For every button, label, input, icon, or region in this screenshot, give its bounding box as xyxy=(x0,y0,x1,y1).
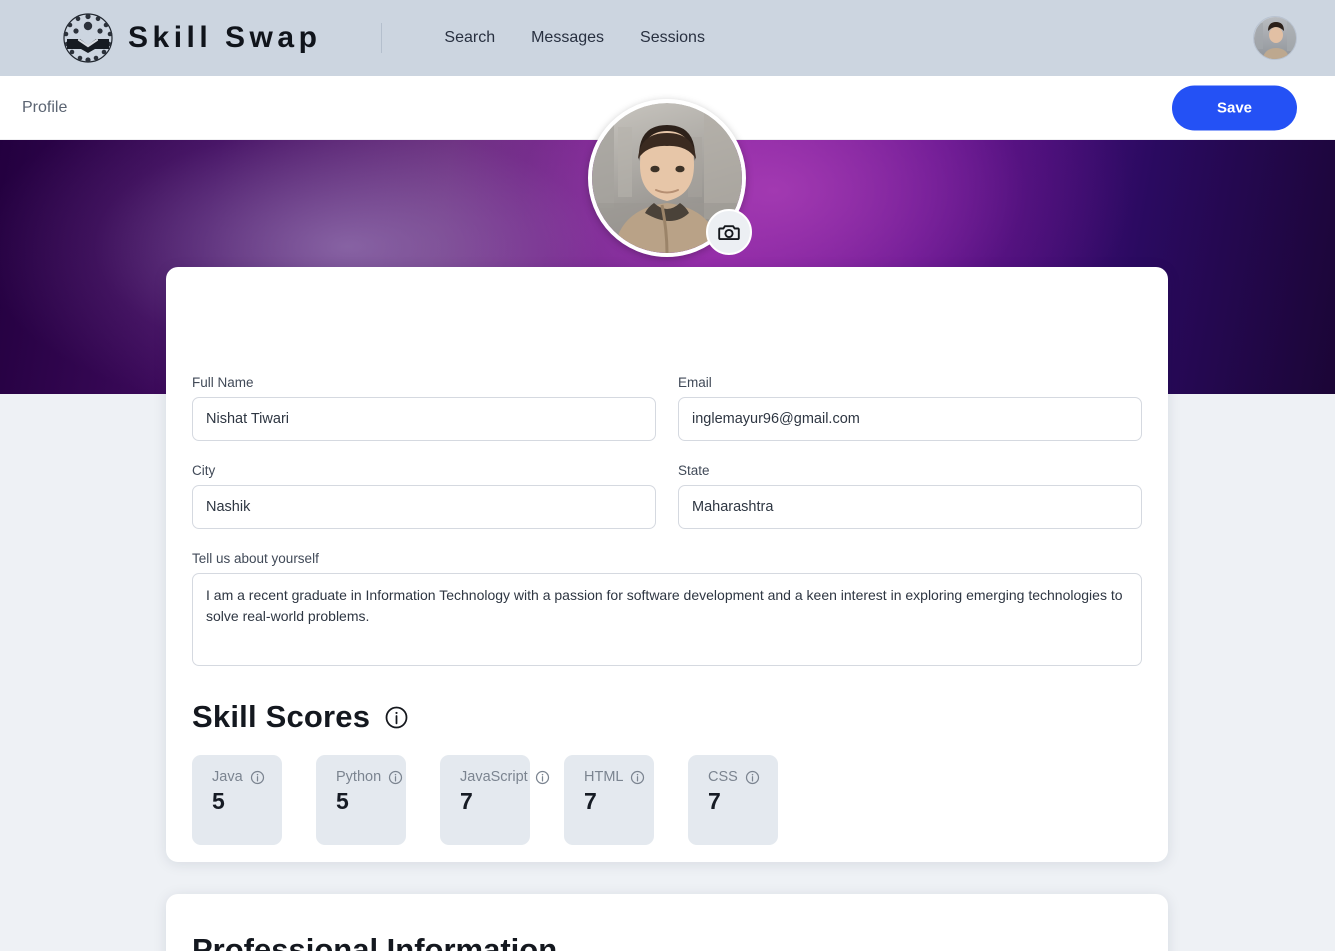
label-full-name: Full Name xyxy=(192,375,656,390)
skill-card-java[interactable]: Java 5 xyxy=(192,755,282,845)
profile-card: Full Name Email City State xyxy=(166,267,1168,862)
field-email: Email xyxy=(678,375,1142,441)
skill-info-icon[interactable] xyxy=(250,770,265,785)
field-full-name: Full Name xyxy=(192,375,656,441)
label-city: City xyxy=(192,463,656,478)
page-title: Profile xyxy=(22,99,67,117)
profile-avatar-group xyxy=(588,99,746,257)
skill-info-icon[interactable] xyxy=(388,770,403,785)
label-email: Email xyxy=(678,375,1142,390)
skill-score: 5 xyxy=(212,790,282,813)
skill-cards-list: Java 5 Python xyxy=(192,755,1142,845)
skill-score: 7 xyxy=(584,790,654,813)
skill-scores-header: Skill Scores xyxy=(192,699,1142,735)
label-state: State xyxy=(678,463,1142,478)
skill-info-icon[interactable] xyxy=(630,770,645,785)
nav-avatar[interactable] xyxy=(1253,16,1297,60)
skill-card-python[interactable]: Python 5 xyxy=(316,755,406,845)
skill-name-row: JavaScript xyxy=(460,769,530,785)
skill-name-row: Java xyxy=(212,769,282,785)
skill-card-html[interactable]: HTML 7 xyxy=(564,755,654,845)
nav-divider xyxy=(381,23,382,53)
state-input[interactable] xyxy=(678,485,1142,529)
skill-score: 7 xyxy=(708,790,778,813)
form-row-name-email: Full Name Email xyxy=(192,375,1142,441)
skill-scores-title: Skill Scores xyxy=(192,699,370,735)
full-name-input[interactable] xyxy=(192,397,656,441)
form-row-city-state: City State xyxy=(192,463,1142,529)
field-city: City xyxy=(192,463,656,529)
skill-info-icon[interactable] xyxy=(745,770,760,785)
handshake-circle-logo-icon xyxy=(62,12,114,64)
skill-name-row: Python xyxy=(336,769,406,785)
email-input[interactable] xyxy=(678,397,1142,441)
label-bio: Tell us about yourself xyxy=(192,551,1142,566)
bio-textarea[interactable]: I am a recent graduate in Information Te… xyxy=(192,573,1142,666)
skill-score: 7 xyxy=(460,790,530,813)
skill-name-row: HTML xyxy=(584,769,654,785)
skill-card-css[interactable]: CSS 7 xyxy=(688,755,778,845)
nav-link-sessions[interactable]: Sessions xyxy=(640,29,705,47)
brand-name: Skill Swap xyxy=(128,21,321,55)
skill-card-javascript[interactable]: JavaScript 7 xyxy=(440,755,530,845)
top-navigation-bar: Skill Swap Search Messages Sessions xyxy=(0,0,1335,76)
form-row-bio: Tell us about yourself I am a recent gra… xyxy=(192,551,1142,671)
nav-link-search[interactable]: Search xyxy=(444,29,495,47)
save-button[interactable]: Save xyxy=(1172,85,1297,130)
brand-logo-group[interactable]: Skill Swap xyxy=(62,12,321,64)
skill-name: HTML xyxy=(584,769,623,785)
skill-score: 5 xyxy=(336,790,406,813)
camera-icon xyxy=(717,220,741,244)
skill-name: JavaScript xyxy=(460,769,528,785)
professional-information-title: Professional Information xyxy=(192,932,1142,951)
field-state: State xyxy=(678,463,1142,529)
profile-form: Full Name Email City State xyxy=(192,267,1142,845)
city-input[interactable] xyxy=(192,485,656,529)
nav-link-messages[interactable]: Messages xyxy=(531,29,604,47)
skill-name: Python xyxy=(336,769,381,785)
professional-information-card: Professional Information xyxy=(166,894,1168,951)
skill-info-icon[interactable] xyxy=(535,770,550,785)
field-bio: Tell us about yourself I am a recent gra… xyxy=(192,551,1142,671)
skill-name-row: CSS xyxy=(708,769,778,785)
primary-nav: Search Messages Sessions xyxy=(444,29,705,47)
skill-name: CSS xyxy=(708,769,738,785)
skill-name: Java xyxy=(212,769,243,785)
skill-scores-info-icon[interactable] xyxy=(384,705,409,730)
change-photo-button[interactable] xyxy=(706,209,752,255)
